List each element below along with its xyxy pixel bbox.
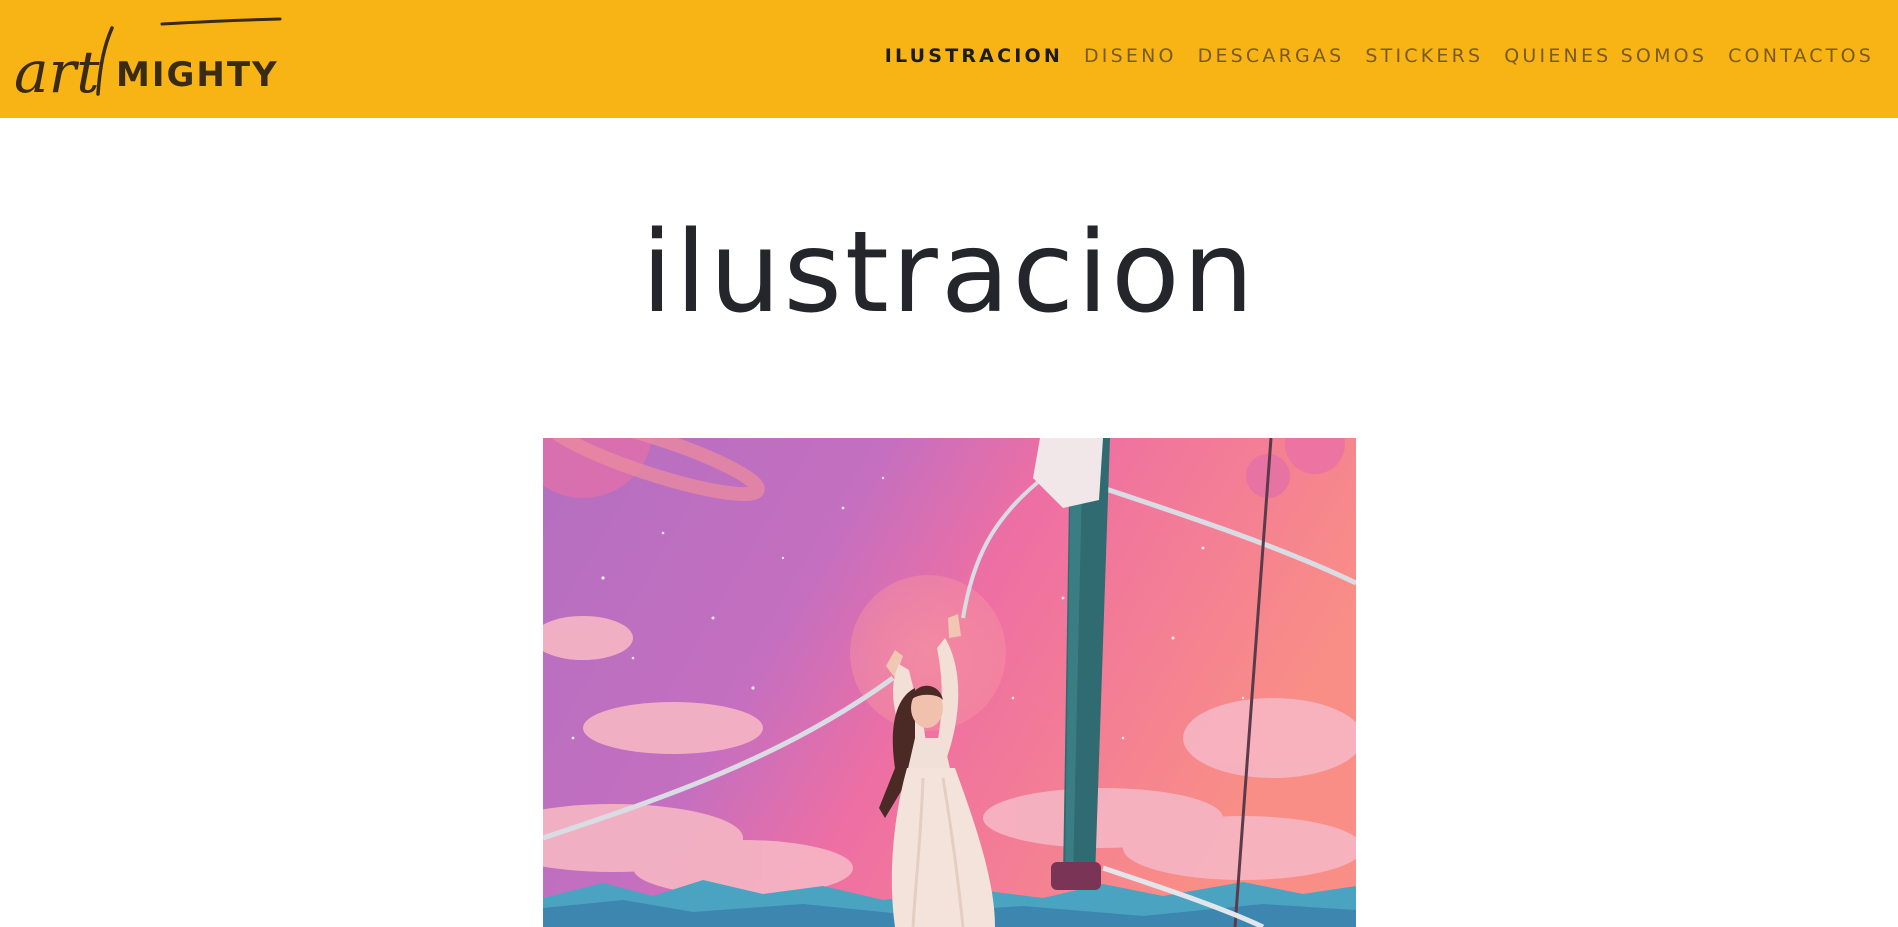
nav-item-stickers[interactable]: STICKERS [1365,44,1483,68]
nav-item-descargas[interactable]: DESCARGAS [1198,44,1345,68]
artmighty-logo[interactable]: art MIGHTY [12,16,292,100]
logo-script-text: art [14,38,100,100]
illustration-girl-sailboat-icon [543,438,1356,927]
nav-item-diseno[interactable]: DISENO [1084,44,1177,68]
nav-item-quienes-somos[interactable]: QUIENES SOMOS [1504,44,1707,68]
nav-item-contactos[interactable]: CONTACTOS [1728,44,1874,68]
page-title: ilustracion [641,208,1257,338]
nav-item-ilustracion[interactable]: ILUSTRACION [885,44,1063,68]
main-nav: ILUSTRACION DISENO DESCARGAS STICKERS QU… [885,44,1874,68]
logo-bold-text: MIGHTY [116,55,279,95]
site-header: art MIGHTY ILUSTRACION DISENO DESCARGAS … [0,0,1898,118]
illustration-artwork[interactable] [543,438,1356,927]
logo-graphic: art MIGHTY [14,17,282,100]
